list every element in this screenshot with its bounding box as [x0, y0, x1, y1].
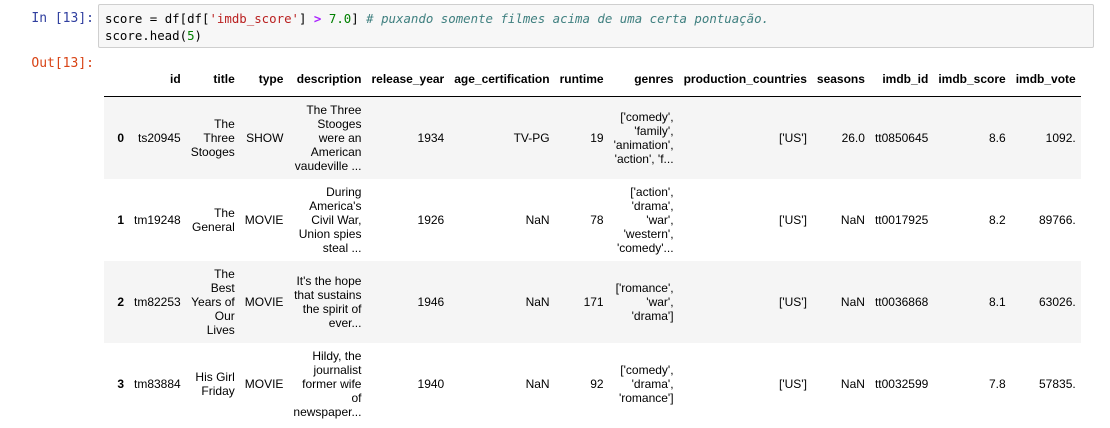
table-body: 0 ts20945 The Three Stooges SHOW The Three Stoo… — [104, 96, 1081, 425]
row-index: 2 — [117, 294, 124, 309]
cell-title: The Best Years of Our Lives — [191, 266, 235, 337]
cell-imdb-score: 8.6 — [989, 130, 1006, 145]
cell-description: During America's Civil War, Union spies stea… — [298, 184, 362, 255]
cell-age-certification: NaN — [525, 376, 550, 391]
cell-runtime: 171 — [583, 294, 604, 309]
column-header-production-countries: production_countries — [678, 62, 812, 97]
cell-age-certification: TV-PG — [513, 130, 550, 145]
column-header-runtime: runtime — [554, 62, 609, 97]
cell-description: Hildy, the journalist former wife of newspap… — [293, 348, 362, 419]
column-header-seasons: seasons — [811, 62, 870, 97]
cell-imdb-score: 7.8 — [989, 376, 1006, 391]
cell-release-year: 1934 — [417, 130, 445, 145]
cell-seasons: 26.0 — [841, 130, 865, 145]
code-token: score.head( — [105, 28, 188, 43]
code-number: 5 — [187, 28, 195, 43]
code-number: 7.0 — [328, 11, 352, 26]
table-row: 1 tm19248 The General MOVIE During America's Ci… — [104, 178, 1081, 261]
cell-production-countries: ['US'] — [778, 376, 807, 391]
code-comment: # puxando somente filmes acima de uma ce… — [366, 11, 770, 26]
cell-id: tm82253 — [134, 294, 181, 309]
row-index: 1 — [117, 212, 124, 227]
table-row: 2 tm82253 The Best Years of Our Lives MOVIE It's… — [104, 260, 1081, 343]
cell-description: It's the hope that sustains the spirit of e… — [294, 273, 362, 330]
cell-runtime: 78 — [590, 212, 604, 227]
column-header-release-year: release_year — [366, 62, 450, 97]
code-token: = — [142, 11, 165, 26]
code-line-2: score.head(5) — [105, 28, 202, 43]
cell-type: MOVIE — [244, 212, 284, 227]
cell-id: tm83884 — [134, 376, 181, 391]
cell-age-certification: NaN — [525, 294, 550, 309]
cell-genres: ['romance','war','drama'] — [615, 280, 674, 323]
column-header-imdb-score: imdb_score — [933, 62, 1011, 97]
cell-imdb-id: tt0017925 — [874, 212, 929, 227]
column-header-imdb-vote: imdb_vote — [1010, 62, 1081, 97]
column-header-description: description — [288, 62, 367, 97]
row-index: 0 — [117, 130, 124, 145]
column-header-type: type — [239, 62, 289, 97]
cell-type: SHOW — [246, 130, 284, 145]
cell-title: The General — [192, 205, 235, 234]
cell-imdb-score: 8.1 — [989, 294, 1006, 309]
column-header-id: id — [129, 62, 186, 97]
dataframe-table: id title type description release_year age_ce… — [104, 62, 1081, 425]
cell-release-year: 1946 — [417, 294, 445, 309]
cell-imdb-vote: 89766. — [1039, 212, 1076, 227]
cell-production-countries: ['US'] — [778, 130, 807, 145]
code-editor[interactable]: score = df[df['imdb_score'] > 7.0] # pux… — [98, 4, 1094, 48]
input-prompt: In [13]: — [31, 11, 94, 26]
cell-id: ts20945 — [138, 130, 181, 145]
cell-imdb-id: tt0032599 — [874, 376, 929, 391]
index-header — [104, 62, 129, 97]
cell-production-countries: ['US'] — [778, 212, 807, 227]
code-string: 'imdb_score' — [209, 11, 299, 26]
column-header-age-certification: age_certification — [449, 62, 555, 97]
column-header-genres: genres — [608, 62, 679, 97]
cell-seasons: NaN — [840, 376, 865, 391]
output-prompt: Out[13]: — [31, 56, 94, 71]
cell-imdb-vote: 57835. — [1039, 376, 1076, 391]
cell-seasons: NaN — [840, 294, 865, 309]
table-row: 3 tm83884 His Girl Friday MOVIE Hildy, the jou… — [104, 342, 1081, 425]
code-token: ] — [299, 11, 314, 26]
cell-release-year: 1940 — [417, 376, 445, 391]
cell-imdb-vote: 63026. — [1039, 294, 1076, 309]
cell-runtime: 19 — [590, 130, 604, 145]
cell-genres: ['comedy','family','animation','action',… — [613, 109, 674, 166]
cell-type: MOVIE — [244, 294, 284, 309]
cell-age-certification: NaN — [525, 212, 550, 227]
cell-description: The Three Stooges were an American vaudevill… — [294, 102, 362, 173]
cell-id: tm19248 — [134, 212, 181, 227]
cell-seasons: NaN — [840, 212, 865, 227]
cell-production-countries: ['US'] — [778, 294, 807, 309]
row-index: 3 — [117, 376, 124, 391]
code-token: df[df[ — [164, 11, 210, 26]
cell-runtime: 92 — [590, 376, 604, 391]
cell-imdb-score: 8.2 — [989, 212, 1006, 227]
cell-imdb-id: tt0036868 — [874, 294, 929, 309]
cell-genres: ['comedy','drama','romance'] — [618, 362, 674, 405]
dataframe-output: id title type description release_year age_ce… — [104, 62, 1110, 428]
column-header-imdb-id: imdb_id — [869, 62, 934, 97]
cell-title: The Three Stooges — [190, 116, 235, 159]
code-line-1: score = df[df['imdb_score'] > 7.0] # pux… — [105, 11, 769, 26]
cell-imdb-id: tt0850645 — [874, 130, 929, 145]
column-header-title: title — [185, 62, 240, 97]
code-token: ) — [194, 28, 202, 43]
cell-genres: ['action','drama','war','western','comed… — [616, 184, 674, 255]
cell-imdb-vote: 1092. — [1045, 130, 1076, 145]
cell-type: MOVIE — [244, 376, 284, 391]
table-row: 0 ts20945 The Three Stooges SHOW The Three Stoo… — [104, 96, 1081, 179]
cell-title: His Girl Friday — [195, 369, 235, 398]
table-header-row: id title type description release_year age_ce… — [104, 62, 1081, 97]
code-token: score — [105, 11, 143, 26]
code-token: ] — [351, 11, 367, 26]
cell-release-year: 1926 — [417, 212, 445, 227]
